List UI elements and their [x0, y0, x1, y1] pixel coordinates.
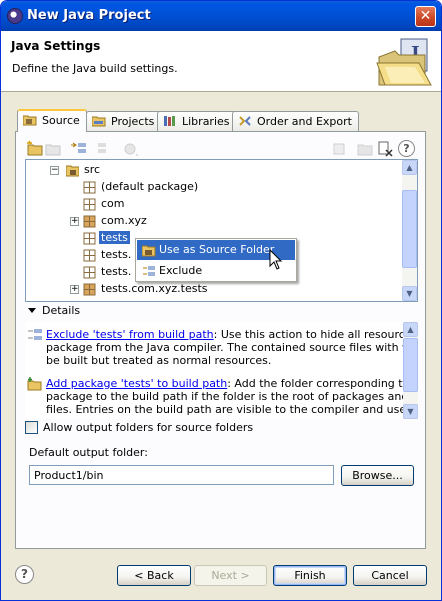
package-empty-icon — [83, 198, 96, 211]
new-java-project-dialog: New Java Project ✕ Java Settings Define … — [0, 0, 442, 601]
scroll-down-icon[interactable]: ▼ — [402, 286, 417, 301]
detail-text: files. Entries on the build path are vis… — [46, 403, 418, 416]
add-to-build-path-icon[interactable] — [70, 140, 88, 158]
close-button[interactable]: ✕ — [415, 6, 436, 27]
scroll-thumb[interactable] — [403, 338, 418, 392]
link-source-icon[interactable] — [44, 140, 62, 158]
exclude-link[interactable]: Exclude 'tests' from build path — [46, 328, 214, 341]
package-empty-icon — [83, 232, 96, 245]
detail-entry-exclude: Exclude 'tests' from build path: Use thi… — [46, 328, 418, 367]
allow-output-folders-label: Allow output folders for source folders — [43, 421, 254, 434]
default-output-folder-label: Default output folder: — [29, 446, 148, 459]
tab-projects-label: Projects — [111, 115, 155, 128]
next-button[interactable]: Next > — [194, 565, 267, 586]
package-empty-icon — [83, 181, 96, 194]
tree-item-label: tests.com.xyz.tests — [101, 282, 208, 295]
source-folder-icon — [23, 115, 37, 126]
default-output-folder-input[interactable]: Product1/bin — [29, 465, 334, 485]
detail-text: package to the build path if the folder … — [46, 390, 418, 403]
new-source-folder-icon[interactable] — [26, 140, 44, 158]
detail-text: : Add the folder corresponding to the — [227, 377, 418, 390]
open-folder-icon[interactable] — [356, 140, 374, 158]
eclipse-icon — [7, 8, 23, 24]
tab-libraries-label: Libraries — [182, 115, 230, 128]
wizard-header: Java Settings Define the Java build sett… — [1, 31, 441, 92]
menu-item-label: Use as Source Folder — [159, 243, 275, 256]
configure-icon[interactable] — [122, 140, 140, 158]
detail-text: be built but treated as normal resources… — [46, 354, 272, 367]
details-label: Details — [42, 304, 81, 317]
scroll-down-icon[interactable]: ▼ — [403, 404, 418, 419]
expand-icon[interactable]: + — [70, 285, 79, 294]
tree-item-label: tests — [99, 231, 130, 244]
source-tab-panel: ? − src (default package) com + com.xyz — [15, 131, 426, 549]
remove-from-build-path-icon[interactable] — [90, 140, 108, 158]
package-empty-icon — [83, 266, 96, 279]
collapse-icon[interactable]: − — [50, 166, 59, 175]
help-icon[interactable]: ? — [398, 140, 415, 157]
tree-item-label: tests. — [101, 265, 132, 278]
order-export-icon — [239, 116, 251, 126]
tab-source-label: Source — [42, 114, 80, 127]
tab-libraries[interactable]: Libraries — [157, 111, 237, 131]
detail-text: : Use this action to hide all resources … — [213, 328, 418, 341]
tab-order-export-label: Order and Export — [257, 115, 352, 128]
add-package-link[interactable]: Add package 'tests' to build path — [46, 377, 227, 390]
details-scrollbar[interactable]: ▲ ▼ — [403, 322, 418, 419]
scroll-up-icon[interactable]: ▲ — [403, 322, 418, 337]
browse-button[interactable]: Browse... — [341, 465, 414, 486]
back-button[interactable]: < Back — [117, 565, 191, 586]
detail-entry-add-package: Add package 'tests' to build path: Add t… — [46, 377, 418, 416]
exclude-icon — [28, 329, 42, 340]
scroll-up-icon[interactable]: ▲ — [402, 160, 417, 175]
package-icon — [83, 283, 96, 296]
page-title: Java Settings — [11, 39, 101, 53]
allow-output-folders-option[interactable]: Allow output folders for source folders — [25, 421, 253, 434]
new-java-project-banner-icon: J — [376, 38, 432, 86]
remove-icon[interactable] — [376, 140, 394, 158]
source-folder-icon — [142, 245, 156, 257]
page-description: Define the Java build settings. — [12, 62, 178, 75]
mouse-pointer-icon — [269, 249, 283, 270]
finish-button[interactable]: Finish — [273, 565, 347, 586]
source-folder-icon — [66, 165, 79, 177]
tree-item-label: com — [101, 197, 125, 210]
menu-item-label: Exclude — [159, 264, 203, 277]
details-toggle[interactable]: Details — [28, 304, 80, 317]
help-icon[interactable]: ? — [15, 565, 34, 584]
project-icon — [92, 116, 106, 127]
add-to-build-path-icon — [27, 377, 42, 391]
tab-source[interactable]: Source — [17, 109, 87, 132]
tree-scrollbar[interactable]: ▲ ▼ — [402, 160, 417, 301]
collapse-arrow-icon — [28, 308, 36, 313]
details-pane: Exclude 'tests' from build path: Use thi… — [25, 322, 418, 419]
package-empty-icon — [83, 249, 96, 262]
scroll-thumb[interactable] — [402, 190, 417, 268]
tree-item-label: com.xyz — [101, 214, 147, 227]
title-bar[interactable]: New Java Project ✕ — [1, 1, 441, 31]
libraries-icon — [164, 116, 175, 126]
tab-order-and-export[interactable]: Order and Export — [232, 111, 359, 131]
tree-item-label: tests. — [101, 248, 132, 261]
detail-text: package from the Java compiler. The cont… — [46, 341, 418, 354]
tree-item-label: src — [84, 163, 101, 176]
edit-icon[interactable] — [332, 140, 350, 158]
close-icon: ✕ — [419, 8, 432, 24]
window-title: New Java Project — [27, 8, 151, 23]
expand-icon[interactable]: + — [70, 217, 79, 226]
exclude-icon — [143, 266, 155, 276]
allow-output-folders-checkbox[interactable] — [25, 421, 38, 434]
tree-item-label: (default package) — [101, 180, 199, 193]
tab-projects[interactable]: Projects — [86, 111, 162, 131]
cancel-button[interactable]: Cancel — [353, 565, 427, 586]
package-icon — [83, 215, 96, 228]
